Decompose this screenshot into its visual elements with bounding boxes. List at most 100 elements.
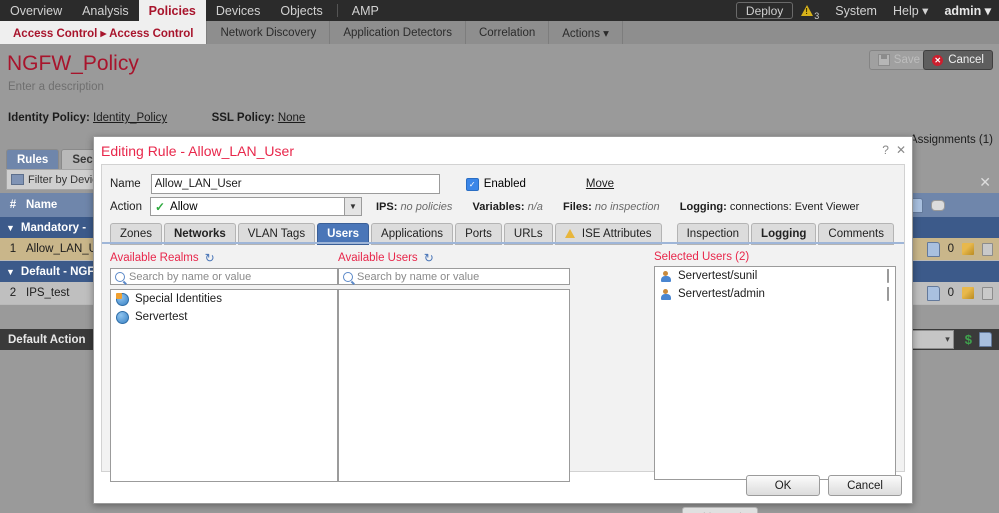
tab-label: ISE Attributes (581, 228, 652, 240)
rule-name-row: Name ✓ Enabled Move (110, 174, 896, 194)
subnav-item-network-discovery[interactable]: Network Discovery (207, 21, 331, 44)
row-actions: 0 (926, 241, 999, 257)
row-count: 0 (947, 287, 954, 299)
list-item[interactable]: Special Identities (111, 290, 337, 308)
nav-label: Objects (280, 3, 323, 18)
policy-header: NGFW_Policy Enter a description Identity… (0, 44, 999, 130)
nav-label: Overview (10, 3, 63, 18)
subnav-item-correlation[interactable]: Correlation (466, 21, 550, 44)
action-select[interactable]: ✓ Allow ▼ (149, 197, 362, 216)
edit-icon[interactable] (962, 287, 974, 299)
cancel-button[interactable]: ✕ Cancel (923, 50, 993, 70)
row-number: 2 (9, 287, 17, 299)
users-listbox[interactable] (338, 289, 570, 482)
policy-assignments-link[interactable]: y Assignments (1) (902, 134, 993, 146)
column-title: Available Users (338, 252, 418, 264)
policy-meta: Identity Policy: Identity_Policy SSL Pol… (8, 112, 305, 124)
page-title: NGFW_Policy (7, 52, 139, 75)
identity-policy-link[interactable]: Identity_Policy (93, 112, 167, 124)
group-label: Default - NGF (20, 265, 95, 278)
user-icon (660, 288, 671, 300)
delete-icon[interactable] (982, 286, 993, 300)
variables-value: n/a (527, 200, 543, 213)
enabled-label: Enabled (483, 178, 526, 190)
tab-label: Inspection (686, 228, 740, 240)
subnav-filler (623, 21, 999, 44)
trash-icon (887, 269, 889, 283)
refresh-icon[interactable]: ↻ (205, 251, 215, 265)
remove-item-button[interactable] (887, 269, 889, 283)
nav-item-help[interactable]: Help ▾ (885, 0, 936, 21)
money-icon[interactable]: $ (965, 332, 972, 347)
selected-users-listbox[interactable]: Servertest/sunil Servertest/admin (654, 266, 896, 480)
close-icon[interactable]: ✕ (979, 174, 991, 191)
nav-divider (336, 4, 338, 17)
move-link[interactable]: Move (586, 178, 614, 190)
document-icon[interactable] (979, 332, 992, 347)
ok-button[interactable]: OK (746, 475, 820, 496)
nav-item-overview[interactable]: Overview (0, 0, 72, 21)
row-count: 0 (947, 243, 954, 255)
subnav-label: Access Control ▸ Access Control (13, 27, 194, 40)
list-item[interactable]: Servertest/sunil (655, 267, 895, 285)
rule-action-row: Action ✓ Allow ▼ IPS: no policies Variab… (110, 197, 896, 216)
device-filter-icon (11, 174, 24, 185)
refresh-icon[interactable]: ↻ (424, 251, 434, 265)
ssl-policy-link[interactable]: None (278, 112, 306, 124)
subnav-item-actions[interactable]: Actions ▾ (549, 21, 623, 44)
nav-item-analysis[interactable]: Analysis (72, 0, 139, 21)
list-item[interactable]: Servertest/admin (655, 285, 895, 303)
save-button[interactable]: Save (868, 50, 929, 70)
globe-plus-icon (116, 292, 129, 306)
nav-item-user-menu[interactable]: admin ▾ (936, 0, 999, 21)
list-item[interactable]: Servertest (111, 308, 337, 326)
nav-item-policies[interactable]: Policies (138, 0, 206, 21)
remove-item-button[interactable] (887, 287, 889, 301)
realms-search-input[interactable]: Search by name or value (110, 268, 338, 285)
policy-description-input[interactable]: Enter a description (8, 81, 104, 93)
nav-label: Analysis (82, 3, 129, 18)
nav-item-system[interactable]: System (827, 0, 885, 21)
subnav-item-access-control[interactable]: Access Control ▸ Access Control (0, 21, 208, 44)
document-icon[interactable] (926, 285, 940, 301)
close-icon[interactable]: ✕ (896, 143, 906, 157)
group-label: Mandatory - (20, 221, 87, 234)
header-icons (910, 197, 999, 213)
subnav-item-application-detectors[interactable]: Application Detectors (330, 21, 466, 44)
enabled-checkbox[interactable]: ✓ (465, 177, 479, 191)
nav-item-objects[interactable]: Objects (270, 0, 332, 21)
save-label: Save (893, 54, 920, 66)
warning-triangle-icon (801, 5, 814, 16)
files-value: no inspection (594, 200, 660, 213)
delete-icon[interactable] (982, 242, 993, 256)
list-item-label: Servertest (135, 311, 188, 323)
realms-listbox[interactable]: Special Identities Servertest (110, 289, 338, 482)
selected-users-column: Selected Users (2) Servertest/sunil Serv… (654, 251, 896, 480)
search-placeholder: Search by name or value (129, 270, 252, 283)
deploy-label: Deploy (745, 3, 784, 18)
dialog-cancel-button[interactable]: Cancel (828, 475, 902, 496)
search-placeholder: Search by name or value (357, 270, 480, 283)
comment-icon (931, 199, 945, 211)
row-name: IPS_test (26, 287, 70, 299)
help-icon[interactable]: ? (882, 143, 889, 157)
dialog-body: Name ✓ Enabled Move Action ✓ Allow ▼ IPS… (101, 164, 905, 513)
deploy-button[interactable]: Deploy (735, 2, 794, 19)
action-value: Allow (170, 200, 198, 213)
list-item-label: Servertest/sunil (678, 270, 758, 282)
users-search-input[interactable]: Search by name or value (338, 268, 570, 285)
action-label: Action (110, 200, 142, 213)
nav-item-devices[interactable]: Devices (206, 0, 270, 21)
add-to-rule-button[interactable]: Add to Rule (682, 507, 758, 513)
edit-icon[interactable] (962, 243, 974, 255)
rule-name-input[interactable] (150, 174, 440, 194)
row-actions: 0 (926, 285, 999, 301)
app-root: Overview Analysis Policies Devices Objec… (0, 0, 999, 513)
tab-rules[interactable]: Rules (6, 149, 60, 170)
warning-indicator[interactable]: 3 (799, 0, 827, 21)
nav-label: Policies (148, 3, 196, 18)
document-icon[interactable] (926, 241, 940, 257)
chevron-down-icon: ▼ (6, 222, 15, 233)
warning-triangle-icon (564, 229, 575, 238)
nav-item-amp[interactable]: AMP (342, 0, 389, 21)
